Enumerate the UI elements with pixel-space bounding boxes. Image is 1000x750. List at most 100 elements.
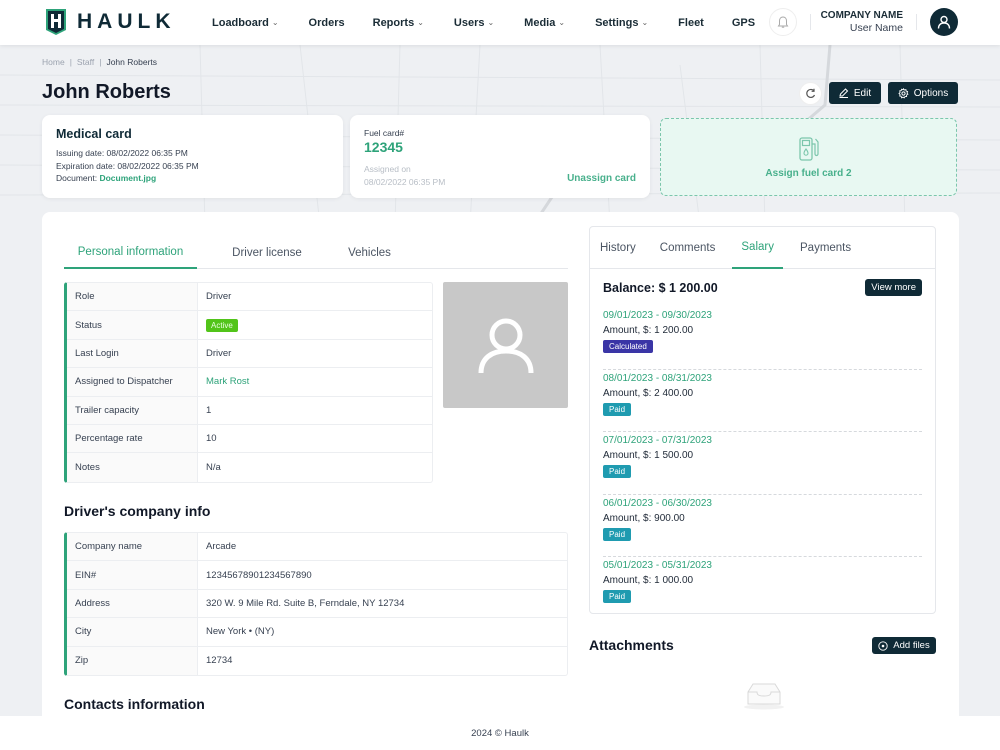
nav-label: Settings [595, 16, 639, 29]
row-label: Role [67, 283, 198, 311]
row-value: 1 [206, 404, 212, 416]
row-label: Status [67, 311, 198, 339]
plus-circle-icon [878, 640, 888, 651]
salary-tabs: History Comments Salary Payments [590, 227, 935, 269]
row-label: EIN# [67, 561, 198, 589]
gear-icon [898, 87, 909, 99]
balance-amount: Balance: $ 1 200.00 [603, 280, 718, 295]
user-icon [937, 15, 951, 29]
breadcrumb-separator: | [99, 57, 102, 67]
nav-reports[interactable]: Reports ⌄ [373, 17, 424, 29]
tab-payments[interactable]: Payments [793, 227, 858, 269]
footer: 2024 © Haulk [0, 716, 1000, 750]
row-value: N/a [206, 462, 221, 474]
salary-status-badge: Paid [603, 465, 632, 478]
tab-salary[interactable]: Salary [732, 227, 783, 269]
tab-personal-information[interactable]: Personal information [64, 236, 197, 269]
nav-settings[interactable]: Settings ⌄ [595, 17, 648, 29]
row-label: Trailer capacity [67, 396, 198, 424]
balance-row: Balance: $ 1 200.00 View more [603, 279, 922, 296]
divider [916, 14, 917, 30]
salary-status-badge: Paid [603, 527, 632, 541]
salary-amount: Amount, $: 900.00 [603, 512, 685, 524]
edit-label: Edit [853, 87, 872, 99]
table-row: Percentage rate 10 [67, 424, 432, 454]
salary-list: 09/01/2023 - 09/30/2023 Amount, $: 1 200… [603, 307, 922, 620]
row-value: Driver [206, 347, 232, 359]
refresh-icon [806, 88, 816, 99]
unassign-card-link[interactable]: Unassign card [567, 173, 636, 184]
salary-period[interactable]: 07/01/2023 - 07/31/2023 [603, 435, 922, 446]
refresh-button[interactable] [800, 83, 821, 104]
salary-status-badge: Paid [603, 590, 632, 603]
breadcrumb-current: John Roberts [106, 57, 158, 67]
user-account-info[interactable]: COMPANY NAME User Name [821, 10, 903, 34]
salary-amount: Amount, $: 1 500.00 [603, 450, 694, 461]
row-value: 12345678901234567890 [206, 569, 312, 581]
tab-history[interactable]: History [600, 227, 643, 269]
row-value: New York • (NY) [206, 626, 275, 638]
nav-media[interactable]: Media ⌄ [524, 17, 565, 29]
divider [810, 14, 811, 30]
row-label: Percentage rate [67, 424, 198, 453]
row-value: 320 W. 9 Mile Rd. Suite B, Ferndale, NY … [206, 597, 405, 609]
status-badge: Active [206, 318, 238, 332]
logo[interactable]: HAULK [45, 8, 176, 36]
dispatcher-link[interactable]: Mark Rost [206, 376, 249, 387]
row-value: 10 [206, 433, 217, 445]
nav-users[interactable]: Users ⌄ [454, 17, 494, 29]
main-nav: Loadboard ⌄ Orders Reports ⌄ Users ⌄ Media ⌄… [212, 0, 755, 45]
document-row: Document: Document.jpg [56, 172, 329, 185]
options-button[interactable]: Options [888, 82, 958, 104]
table-row: Zip 12734 [67, 646, 567, 675]
salary-period[interactable]: 06/01/2023 - 06/30/2023 [603, 498, 922, 509]
nav-fleet[interactable]: Fleet [678, 17, 704, 29]
document-link[interactable]: Document.jpg [99, 173, 156, 183]
company-info-title: Driver's company info [64, 503, 211, 519]
top-navbar: HAULK Loadboard ⌄ Orders Reports ⌄ Users ⌄ … [0, 0, 1000, 45]
driver-photo-placeholder[interactable] [443, 282, 568, 408]
salary-item: 05/01/2023 - 05/31/2023 Amount, $: 1 000… [603, 557, 922, 620]
view-more-button[interactable]: View more [865, 279, 922, 296]
medical-card: Medical card Issuing date: 08/02/2022 06… [42, 115, 343, 198]
assign-fuel-card-label: Assign fuel card 2 [765, 167, 852, 179]
document-label: Document: [56, 173, 100, 183]
salary-period[interactable]: 09/01/2023 - 09/30/2023 [603, 310, 922, 321]
salary-period[interactable]: 05/01/2023 - 05/31/2023 [603, 560, 922, 571]
table-row: Assigned to Dispatcher Mark Rost [67, 368, 432, 397]
add-files-button[interactable]: Add files [872, 637, 936, 654]
nav-loadboard[interactable]: Loadboard ⌄ [212, 17, 279, 29]
attachments-title: Attachments [589, 637, 674, 653]
company-name: COMPANY NAME [820, 10, 903, 21]
nav-orders[interactable]: Orders [309, 17, 345, 29]
breadcrumb-staff[interactable]: Staff [77, 57, 94, 67]
nav-gps[interactable]: GPS [732, 17, 755, 29]
user-avatar[interactable] [930, 8, 958, 36]
breadcrumb: Home | Staff | John Roberts [42, 57, 157, 67]
row-value: Active [198, 311, 432, 338]
footer-copyright: 2024 © Haulk [471, 727, 529, 739]
tab-vehicles[interactable]: Vehicles [337, 236, 402, 269]
salary-period[interactable]: 08/01/2023 - 08/31/2023 [603, 373, 922, 384]
row-label: Assigned to Dispatcher [67, 368, 198, 396]
salary-panel: History Comments Salary Payments Balance… [589, 226, 936, 614]
pencil-icon [839, 88, 849, 98]
edit-button[interactable]: Edit [829, 82, 881, 104]
nav-label: Orders [308, 16, 345, 29]
row-label: Company name [67, 533, 198, 561]
assign-fuel-card-button[interactable]: Assign fuel card 2 [660, 118, 957, 196]
tab-driver-license[interactable]: Driver license [197, 236, 337, 269]
salary-amount: Amount, $: 2 400.00 [603, 387, 694, 399]
chevron-down-icon: ⌄ [641, 18, 649, 27]
breadcrumb-home[interactable]: Home [42, 57, 65, 67]
table-row: EIN# 12345678901234567890 [67, 561, 567, 590]
row-label: Address [67, 589, 198, 618]
tab-comments[interactable]: Comments [653, 227, 723, 269]
row-value: Arcade [206, 541, 237, 553]
driver-details-panel: Personal information Driver license Vehi… [42, 212, 959, 716]
fuel-card: Fuel card# 12345 Assigned on 08/02/2022 … [350, 115, 650, 198]
table-row: Last Login Driver [67, 339, 432, 369]
table-row: Trailer capacity 1 [67, 396, 432, 425]
notifications-button[interactable] [769, 8, 797, 36]
add-files-label: Add files [893, 640, 930, 651]
